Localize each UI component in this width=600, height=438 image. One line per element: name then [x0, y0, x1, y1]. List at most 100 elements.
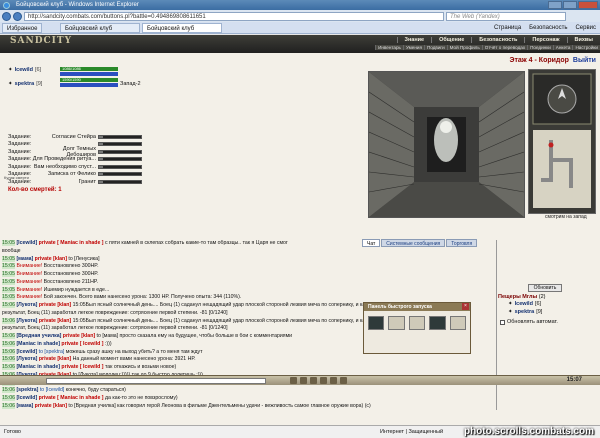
- chat-time[interactable]: 15:05: [2, 286, 15, 293]
- chat-author[interactable]: [Вредная училка]: [16, 333, 61, 339]
- send-icon[interactable]: [290, 377, 297, 384]
- sub-menu-item[interactable]: Подвиги: [423, 45, 447, 50]
- chat-author[interactable]: [spektra]: [16, 387, 38, 393]
- status-text: Готово: [4, 429, 21, 435]
- chat-time[interactable]: 15:06: [2, 402, 15, 409]
- settings-icon[interactable]: [340, 377, 347, 384]
- tab-1[interactable]: Бойцовский клуб: [60, 23, 140, 33]
- task-progress: [98, 164, 142, 169]
- page-menu[interactable]: Страница: [494, 23, 521, 33]
- chat-author[interactable]: [Icewild]: [16, 240, 37, 246]
- game-header: SANDCITY Знание Общение Безопасность Персон…: [0, 35, 600, 53]
- quick-slot[interactable]: [408, 316, 426, 330]
- chat-author[interactable]: [Maniac in shade]: [16, 341, 60, 347]
- sub-menu-item[interactable]: Умения: [402, 45, 424, 50]
- refresh-button[interactable]: Обновить: [528, 284, 562, 292]
- chat-time[interactable]: 15:06: [2, 395, 15, 401]
- top-menu-item[interactable]: Знание: [396, 37, 432, 43]
- chat-time[interactable]: 15:05: [2, 263, 15, 270]
- chat-line: 15:05 Внимание! Ишемир нуждается в еде..…: [2, 286, 496, 295]
- top-menu-item[interactable]: Безопасность: [471, 37, 524, 43]
- exit-link[interactable]: Выйти: [573, 57, 596, 64]
- chat-time[interactable]: 15:06: [2, 317, 15, 324]
- chat-author[interactable]: [мама]: [16, 256, 33, 262]
- sub-menu-item[interactable]: Поединки: [527, 45, 553, 50]
- chat-time[interactable]: 15:06: [2, 348, 15, 355]
- chat-time[interactable]: 15:05: [2, 255, 15, 262]
- task-row[interactable]: Задание: Гранит: [8, 178, 142, 186]
- quick-slot[interactable]: [388, 316, 405, 330]
- url-input[interactable]: http://sandcity.combats.com/buttons.pl?b…: [24, 11, 444, 21]
- sub-menu-item[interactable]: Настройки: [572, 45, 600, 50]
- security-menu[interactable]: Безопасность: [529, 23, 567, 33]
- sub-menu-item[interactable]: Инвентарь: [375, 45, 403, 50]
- chat-author[interactable]: [Лукота]: [16, 356, 37, 362]
- chat-author[interactable]: [Icewild]: [16, 349, 37, 355]
- chat-input[interactable]: [46, 378, 266, 384]
- top-menu-item[interactable]: Общение: [431, 37, 471, 43]
- task-row[interactable]: Задание: Долг Темных Дебоширов: [8, 146, 142, 158]
- close-button[interactable]: [578, 1, 598, 9]
- chat-time[interactable]: 15:05: [2, 240, 15, 246]
- chat-time[interactable]: 15:05: [2, 294, 15, 301]
- chat-line: 15:06 [Лукота] private [klan] На данный …: [2, 356, 496, 364]
- minimize-button[interactable]: [548, 1, 562, 9]
- sub-menu-item[interactable]: Анкета: [552, 45, 573, 50]
- maximize-button[interactable]: [563, 1, 577, 9]
- chat-time[interactable]: 15:06: [2, 333, 15, 339]
- room-member[interactable]: ✦ Icewild [6]: [508, 301, 541, 307]
- chat-line: 15:05 [Icewild] private [ Maniac in shad…: [2, 240, 496, 248]
- service-menu[interactable]: Сервис: [575, 23, 596, 33]
- back-icon[interactable]: [2, 11, 11, 21]
- auto-refresh-checkbox[interactable]: Обновлять автомат.: [500, 319, 558, 325]
- task-label: Задание:: [8, 163, 32, 170]
- chat-input-bar: 15:07: [0, 375, 600, 385]
- chat-time[interactable]: 15:06: [2, 356, 15, 363]
- chat-line: вообще: [2, 248, 496, 256]
- chat-author[interactable]: [мама]: [16, 403, 33, 409]
- sub-menu-item[interactable]: Отчёт о переводах: [481, 45, 528, 50]
- chat-time[interactable]: 15:06: [2, 387, 15, 394]
- top-menu-item[interactable]: Вихвы: [566, 37, 600, 43]
- quick-slot[interactable]: [368, 316, 385, 330]
- chat-time[interactable]: 15:06: [2, 302, 15, 308]
- watermark: photo.scrolls.combats.com: [463, 426, 594, 437]
- top-menu-item[interactable]: Персонаж: [524, 37, 566, 43]
- smile-icon[interactable]: [300, 377, 307, 384]
- minimap[interactable]: [528, 69, 596, 214]
- chat-tag: Внимание!: [16, 286, 43, 293]
- checkbox-icon[interactable]: [500, 319, 505, 325]
- task-row[interactable]: Задание: Для Проведения ритуа...: [8, 156, 142, 164]
- chat-time[interactable]: 15:06: [2, 364, 15, 370]
- tab-2[interactable]: Бойцовский клуб: [142, 23, 222, 33]
- chat-time[interactable]: 15:06: [2, 340, 15, 347]
- task-value: Вам необходимо спуст...: [33, 163, 96, 170]
- chat-text: На данный момент вами нанесено урона: 39…: [72, 356, 196, 363]
- chat-author[interactable]: [Лукота]: [16, 318, 37, 324]
- favorites-button[interactable]: Избранное: [2, 23, 43, 33]
- chat-author[interactable]: [Icewild]: [16, 395, 37, 401]
- task-row[interactable]: Задание: Записка от Фелико: [8, 171, 142, 179]
- quick-slot[interactable]: [429, 316, 446, 330]
- room-member[interactable]: ✦ spektra [9]: [508, 309, 542, 315]
- chat-author[interactable]: [Лукота]: [16, 302, 37, 308]
- chat-time[interactable]: 15:05: [2, 278, 15, 285]
- chat-author[interactable]: [Maniac in shade]: [16, 364, 60, 370]
- forward-icon[interactable]: [13, 11, 22, 21]
- filter-icon[interactable]: [320, 377, 327, 384]
- quick-slot[interactable]: [449, 316, 467, 330]
- player-spektra[interactable]: ✦ spektra [9]: [8, 81, 42, 87]
- clear-icon[interactable]: [310, 377, 317, 384]
- location-title: Этаж 4 - Коридор Выйти: [509, 57, 596, 64]
- sound-icon[interactable]: [330, 377, 337, 384]
- task-row[interactable]: Задание: Согласие Стейра: [8, 133, 142, 141]
- sub-menu-item[interactable]: Мой Профиль: [446, 45, 482, 50]
- search-input[interactable]: The Web (Yandex): [446, 11, 566, 21]
- player-icewild[interactable]: ✦ Icewild [6]: [8, 67, 41, 73]
- chat-text: вообще: [2, 247, 21, 254]
- chat-time[interactable]: 15:05: [2, 271, 15, 277]
- task-row[interactable]: Задание: Вам необходимо спуст...: [8, 163, 142, 171]
- dungeon-view[interactable]: [368, 71, 525, 218]
- chat-line: 15:06 [spektra] to [Icewild] конечно, бу…: [2, 387, 496, 395]
- quick-launch-close-button[interactable]: ×: [462, 303, 469, 310]
